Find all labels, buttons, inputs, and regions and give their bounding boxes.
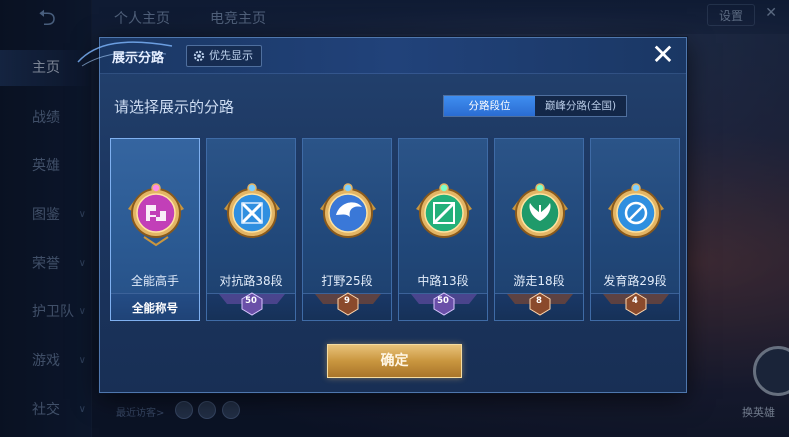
lane-display-dialog: 展示分路 优先显示 ✕ 请选择展示的分路 分路段位 巅峰分路(全国) 全能高手 <box>77 37 687 393</box>
dialog-header: 展示分路 优先显示 ✕ <box>77 38 686 74</box>
tab-peak-lane-national[interactable]: 巅峰分路(全国) <box>535 96 626 116</box>
card-footer: 4 <box>591 292 679 320</box>
tab-lane-rank[interactable]: 分路段位 <box>444 96 535 116</box>
mid-lane-emblem-icon <box>416 183 472 238</box>
rank-star-count: 8 <box>536 296 542 306</box>
lane-card-roam[interactable]: 游走18段 8 <box>494 138 584 321</box>
card-footer: 8 <box>495 292 583 320</box>
priority-display-button[interactable]: 优先显示 <box>186 45 262 67</box>
lane-label: 对抗路38段 <box>219 274 283 288</box>
select-lane-prompt: 请选择展示的分路 <box>114 98 235 116</box>
jungle-emblem-icon <box>320 183 376 238</box>
gear-icon <box>193 50 205 62</box>
card-footer: 50 <box>399 292 487 320</box>
rank-star-count: 50 <box>437 296 449 306</box>
card-footer: 9 <box>303 292 391 320</box>
farm-lane-emblem-icon <box>608 183 664 238</box>
card-footer: 50 <box>207 292 295 320</box>
lane-label: 全能高手 <box>130 274 179 288</box>
close-button[interactable]: ✕ <box>648 41 678 70</box>
dialog-title: 展示分路 <box>112 51 165 66</box>
lane-label: 游走18段 <box>513 274 565 288</box>
rank-star-count: 9 <box>344 296 350 306</box>
lane-label: 发育路29段 <box>603 274 667 288</box>
lane-card-clash[interactable]: 对抗路38段 50 <box>206 138 296 321</box>
lane-label: 打野25段 <box>321 274 373 288</box>
lane-label: 中路13段 <box>417 274 469 288</box>
lane-card-farm[interactable]: 发育路29段 4 <box>590 138 680 321</box>
clash-lane-emblem-icon <box>224 183 280 238</box>
priority-display-label: 优先显示 <box>209 49 253 62</box>
allround-title-label: 全能称号 <box>132 301 178 315</box>
confirm-button[interactable]: 确定 <box>327 344 462 378</box>
card-footer: 全能称号 <box>111 293 199 320</box>
allround-emblem-icon <box>128 183 184 247</box>
lane-card-mid[interactable]: 中路13段 50 <box>398 138 488 321</box>
lane-type-toggle: 分路段位 巅峰分路(全国) <box>443 95 627 117</box>
roam-emblem-icon <box>512 183 568 238</box>
lane-card-allround[interactable]: 全能高手 全能称号 <box>110 138 200 321</box>
rank-star-count: 4 <box>632 296 638 306</box>
lane-cards: 全能高手 全能称号 对抗路38段 50 打野25段 9 中路13段 50 游走1… <box>110 138 680 321</box>
lane-card-jungle[interactable]: 打野25段 9 <box>302 138 392 321</box>
rank-star-count: 50 <box>245 296 257 306</box>
